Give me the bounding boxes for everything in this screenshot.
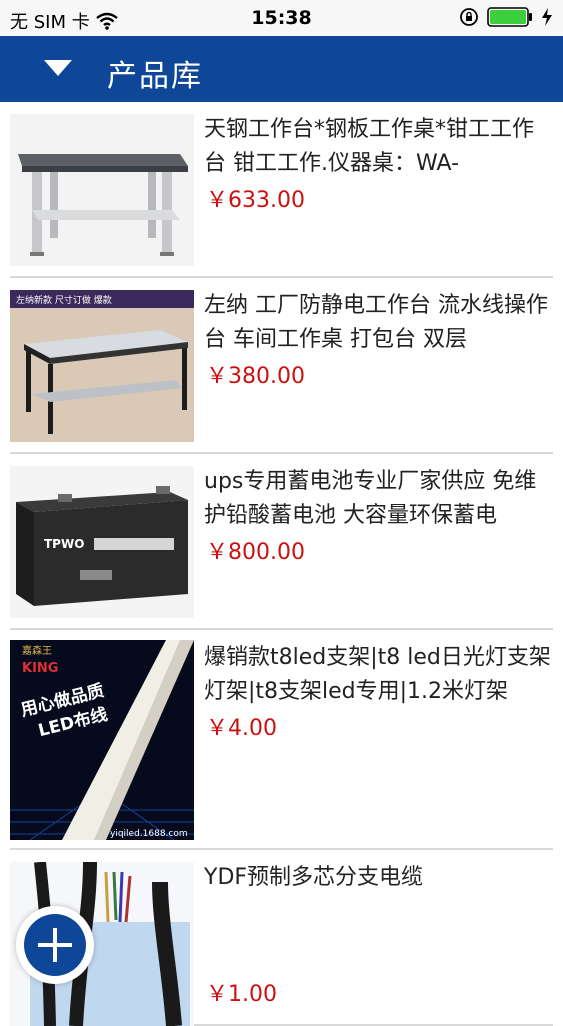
product-item[interactable]: 嘉森王 KING 用心做品质 LED布线 yiqiled.1688.com 爆销… <box>10 630 553 850</box>
product-image: 嘉森王 KING 用心做品质 LED布线 yiqiled.1688.com <box>10 640 194 840</box>
plus-icon <box>38 928 72 962</box>
product-list: 天钢工作台*钢板工作桌*钳工工作台 钳工工作.仪器桌：WA- ￥633.00 左… <box>0 102 563 1026</box>
product-price: ￥4.00 <box>206 716 277 741</box>
product-image-text: 左纳新款 尺寸订做 爆款 <box>16 294 112 306</box>
add-button[interactable] <box>16 906 94 984</box>
caret-down-icon[interactable] <box>42 56 74 80</box>
product-price: ￥380.00 <box>206 364 305 389</box>
product-image <box>10 114 194 266</box>
product-item[interactable]: TPWO ups专用蓄电池专业厂家供应 免维护铅酸蓄电池 大容量环保蓄电 ￥80… <box>10 454 553 630</box>
battery-icon <box>487 7 532 27</box>
product-item[interactable]: 左纳新款 尺寸订做 爆款 左纳 工厂防静电工作台 流水线操作台 车间工作桌 打包… <box>10 278 553 454</box>
product-title: 左纳 工厂防静电工作台 流水线操作台 车间工作桌 打包台 双层 <box>204 293 548 352</box>
product-image-brand-en: KING <box>22 661 58 676</box>
product-image: TPWO <box>10 466 194 618</box>
product-title: 爆销款t8led支架|t8 led日光灯支架灯架|t8支架led专用|1.2米灯… <box>204 645 551 704</box>
status-right <box>459 7 553 27</box>
product-image-text: TPWO <box>44 537 84 551</box>
product-price: ￥800.00 <box>206 540 305 565</box>
header-bar: 产品库 <box>0 36 563 102</box>
rotation-lock-icon <box>460 8 478 26</box>
charging-icon <box>542 8 552 26</box>
product-title: 天钢工作台*钢板工作桌*钳工工作台 钳工工作.仪器桌：WA- <box>204 117 535 176</box>
product-image-brand: 嘉森王 <box>22 644 52 657</box>
add-button-circle <box>24 914 86 976</box>
product-image-site: yiqiled.1688.com <box>110 829 188 839</box>
product-title: YDF预制多芯分支电缆 <box>204 865 424 890</box>
product-item[interactable]: 天钢工作台*钢板工作桌*钳工工作台 钳工工作.仪器桌：WA- ￥633.00 <box>10 102 553 278</box>
page-title: 产品库 <box>107 59 203 94</box>
product-price: ￥1.00 <box>206 982 277 1007</box>
product-price: ￥633.00 <box>206 188 305 213</box>
product-title: ups专用蓄电池专业厂家供应 免维护铅酸蓄电池 大容量环保蓄电 <box>204 469 537 528</box>
product-image: 左纳新款 尺寸订做 爆款 <box>10 290 194 442</box>
status-bar: 无 SIM 卡 15:38 <box>0 0 563 36</box>
